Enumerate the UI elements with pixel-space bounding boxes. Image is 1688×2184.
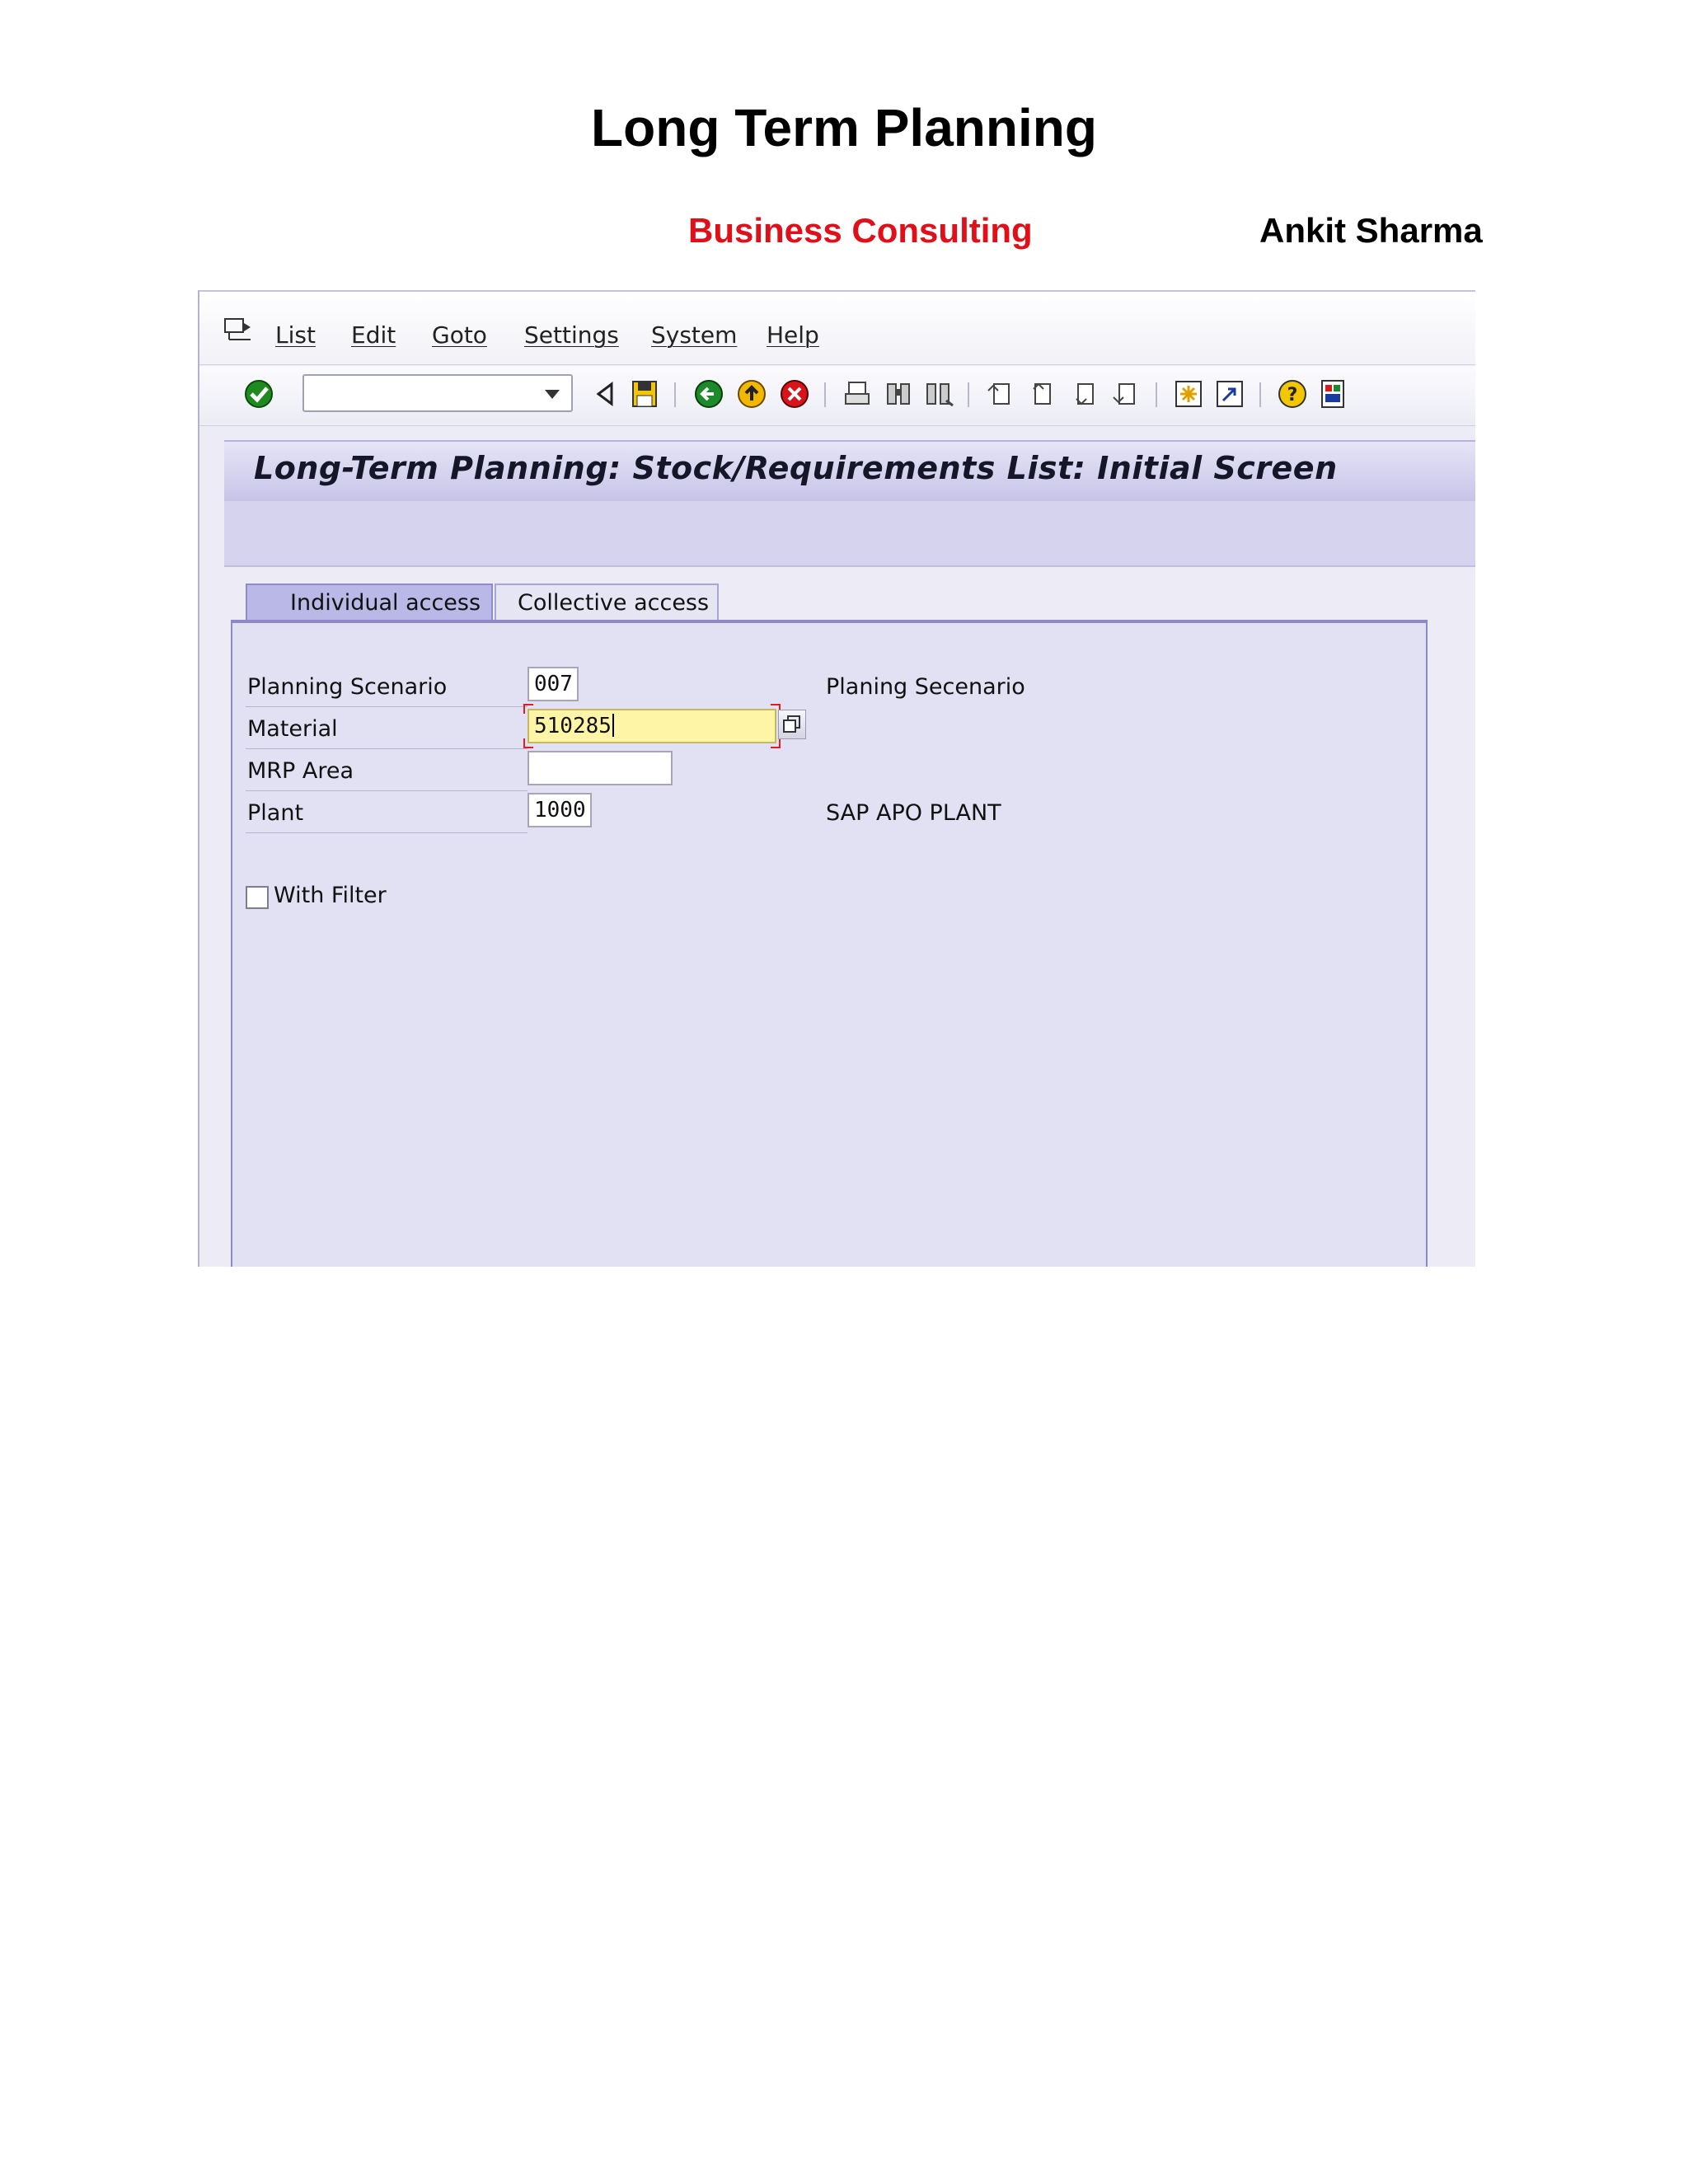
toolbar-separator (824, 382, 826, 407)
tab-collective-access[interactable]: Collective access (495, 583, 719, 620)
menu-item-system[interactable]: System (651, 321, 737, 349)
create-session-icon[interactable] (1172, 377, 1205, 410)
svg-text:?: ? (1287, 385, 1298, 405)
tab-label: Collective access (518, 590, 710, 616)
author-label: Ankit Sharma (1259, 211, 1483, 250)
row-divider (246, 706, 528, 707)
planning-scenario-label: Planning Scenario (247, 674, 448, 700)
material-value: 510285 (534, 714, 612, 738)
back-icon[interactable] (692, 377, 725, 410)
application-toolbar (224, 501, 1475, 567)
menu-item-goto[interactable]: Goto (432, 321, 487, 349)
help-icon[interactable]: ? (1276, 377, 1309, 410)
menu-item-edit[interactable]: Edit (351, 321, 396, 349)
standard-toolbar: ? (199, 366, 1475, 426)
row-divider (246, 832, 528, 833)
plant-description: SAP APO PLANT (826, 800, 1001, 826)
row-divider (246, 748, 528, 749)
back-triangle-icon[interactable] (588, 377, 621, 410)
previous-page-icon[interactable] (1025, 377, 1058, 410)
command-field[interactable] (302, 374, 573, 412)
material-label: Material (247, 716, 338, 742)
menu-bar: List Edit Goto Settings System Help (199, 292, 1475, 365)
with-filter-checkbox[interactable] (246, 886, 269, 909)
mrp-area-label: MRP Area (247, 758, 354, 784)
save-icon[interactable] (628, 377, 661, 410)
plant-input[interactable]: 1000 (528, 793, 592, 827)
planning-scenario-input[interactable]: 007 (528, 667, 579, 701)
focus-corner (523, 704, 533, 714)
mrp-area-input[interactable] (528, 751, 673, 785)
last-page-icon[interactable] (1109, 377, 1142, 410)
document-title: Long Term Planning (591, 98, 1097, 157)
menu-item-settings[interactable]: Settings (524, 321, 619, 349)
print-icon[interactable] (841, 377, 874, 410)
row-divider (246, 790, 528, 791)
shortcut-icon[interactable] (1213, 377, 1246, 410)
toolbar-separator (674, 382, 676, 407)
toolbar-separator (1259, 382, 1261, 407)
tab-individual-access[interactable]: Individual access (246, 583, 493, 620)
tab-panel (231, 620, 1428, 1267)
cancel-icon[interactable] (778, 377, 811, 410)
menu-expand-icon[interactable] (224, 318, 252, 341)
menu-item-help[interactable]: Help (767, 321, 819, 349)
find-next-icon[interactable] (921, 377, 954, 410)
material-input[interactable]: 510285 (528, 709, 776, 743)
layout-menu-icon[interactable] (1317, 377, 1350, 410)
chevron-down-icon[interactable] (545, 390, 560, 399)
value-help-button[interactable] (778, 710, 806, 739)
enter-check-icon[interactable] (242, 377, 275, 410)
tab-label: Individual access (290, 590, 481, 616)
organization-label: Business Consulting (688, 211, 1033, 250)
screen-title: Long-Term Planning: Stock/Requirements L… (254, 450, 1338, 486)
focus-corner (523, 738, 533, 748)
find-icon[interactable] (882, 377, 915, 410)
exit-icon[interactable] (735, 377, 768, 410)
planning-scenario-description: Planing Secenario (826, 674, 1025, 700)
toolbar-separator (968, 382, 969, 407)
copy-window-icon (783, 715, 800, 733)
toolbar-separator (1156, 382, 1157, 407)
with-filter-label: With Filter (274, 883, 387, 908)
text-cursor (612, 714, 614, 737)
screen-title-bar: Long-Term Planning: Stock/Requirements L… (224, 440, 1475, 501)
sap-window: List Edit Goto Settings System Help ? Lo… (198, 290, 1475, 1267)
next-page-icon[interactable] (1068, 377, 1101, 410)
plant-label: Plant (247, 800, 304, 826)
first-page-icon[interactable] (984, 377, 1017, 410)
menu-item-list[interactable]: List (275, 321, 316, 349)
